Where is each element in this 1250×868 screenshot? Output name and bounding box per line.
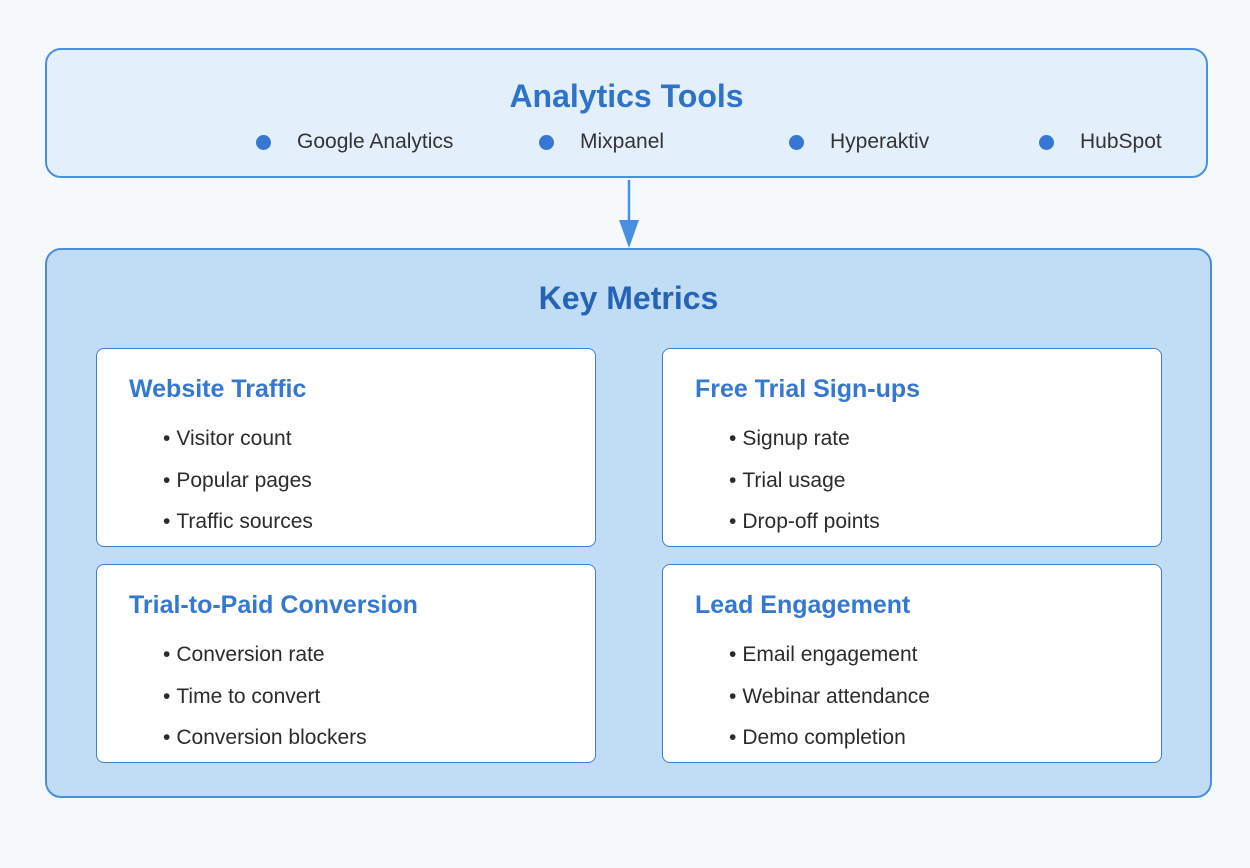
list-item: • Trial usage: [729, 468, 846, 492]
list-item: • Webinar attendance: [729, 684, 930, 708]
metric-card-free-trial-signups: Free Trial Sign-ups • Signup rate • Trial …: [662, 348, 1162, 547]
tool-label: Hyperaktiv: [830, 130, 930, 153]
list-item: • Conversion rate: [163, 643, 325, 666]
card-list: • Email engagement • Webinar attendance • D…: [729, 643, 930, 768]
bullet-icon: •: [729, 468, 737, 492]
bullet-icon: •: [729, 427, 737, 450]
list-item: • Popular pages: [163, 468, 312, 492]
bullet-icon: •: [163, 643, 171, 666]
bullet-icon: •: [163, 427, 171, 450]
tool-item: Mixpanel: [539, 130, 664, 154]
key-metrics-title: Key Metrics: [538, 280, 719, 316]
tool-label: HubSpot: [1080, 130, 1162, 153]
card-title: Trial-to-Paid Conversion: [129, 591, 418, 619]
bullet-dot-icon: [1039, 134, 1054, 150]
list-item: • Time to convert: [163, 684, 321, 708]
card-title: Free Trial Sign-ups: [695, 375, 921, 403]
analytics-tools-title: Analytics Tools: [509, 78, 744, 114]
tool-label: Google Analytics: [297, 130, 454, 153]
bullet-icon: •: [163, 468, 171, 492]
card-list: • Visitor count • Popular pages • Traffic s…: [163, 427, 313, 552]
tool-item: HubSpot: [1039, 130, 1162, 154]
bullet-icon: •: [163, 726, 171, 749]
tool-item: Google Analytics: [256, 130, 453, 154]
bullet-icon: •: [729, 684, 737, 708]
bullet-dot-icon: [789, 134, 804, 150]
card-list: • Signup rate • Trial usage • Drop-off poin…: [729, 427, 880, 552]
key-metrics-box: Key Metrics Website Traffic • Visitor cou…: [45, 248, 1212, 798]
card-title: Website Traffic: [129, 375, 307, 403]
bullet-dot-icon: [256, 134, 271, 150]
list-item: • Signup rate: [729, 427, 850, 450]
list-item: • Email engagement: [729, 643, 918, 666]
tool-item: Hyperaktiv: [789, 130, 929, 154]
tool-label: Mixpanel: [580, 130, 665, 153]
list-item: • Conversion blockers: [163, 726, 367, 749]
bullet-dot-icon: [539, 134, 554, 150]
bullet-icon: •: [729, 643, 737, 666]
bullet-icon: •: [729, 726, 737, 749]
bullet-icon: •: [163, 510, 171, 533]
bullet-icon: •: [163, 684, 171, 708]
bullet-icon: •: [729, 510, 737, 533]
metric-card-website-traffic: Website Traffic • Visitor count • Popular …: [96, 348, 596, 547]
analytics-tools-box: Analytics Tools Google Analytics Mixpane…: [45, 48, 1208, 178]
metric-card-trial-to-paid: Trial-to-Paid Conversion • Conversion rat…: [96, 564, 596, 763]
metric-card-lead-engagement: Lead Engagement • Email engagement • Webin…: [662, 564, 1162, 763]
list-item: • Demo completion: [729, 726, 906, 749]
card-title: Lead Engagement: [695, 591, 911, 619]
list-item: • Visitor count: [163, 427, 292, 450]
list-item: • Traffic sources: [163, 510, 313, 533]
card-list: • Conversion rate • Time to convert • Conve…: [163, 643, 367, 768]
list-item: • Drop-off points: [729, 510, 880, 533]
flow-arrow-icon: [619, 180, 639, 248]
